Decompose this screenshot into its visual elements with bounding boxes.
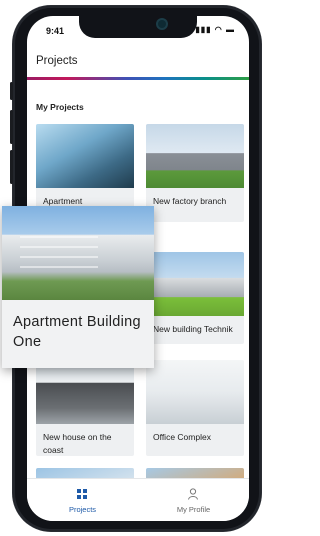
expanded-project-card[interactable]: Apartment Building One <box>2 206 154 368</box>
project-label: New building Technik <box>153 324 233 334</box>
project-photo <box>2 206 154 300</box>
app-bar: Projects <box>27 48 249 78</box>
tab-label: My Profile <box>176 505 211 514</box>
person-icon <box>188 488 198 500</box>
phone-side-button <box>10 110 13 144</box>
camera-icon <box>158 20 166 28</box>
phone-side-button <box>10 150 13 184</box>
project-label: New factory branch <box>153 196 227 206</box>
project-label: Apartment Building One <box>13 314 141 350</box>
project-label: Office Complex <box>153 432 211 442</box>
tab-projects[interactable]: Projects <box>27 479 138 521</box>
project-photo <box>36 124 134 188</box>
project-card[interactable]: New house on the coast <box>36 360 134 456</box>
page-title: Projects <box>36 55 78 67</box>
status-time: 9:41 <box>46 26 65 36</box>
notch <box>79 16 197 38</box>
section-title: My Projects <box>36 102 84 112</box>
project-card[interactable]: New factory branch <box>146 124 244 222</box>
project-card[interactable]: Office Complex <box>146 360 244 456</box>
grid-icon <box>77 489 87 499</box>
project-photo <box>146 252 244 316</box>
phone-side-button <box>10 82 13 100</box>
project-photo <box>36 360 134 424</box>
project-photo <box>146 360 244 424</box>
tab-label: Projects <box>68 505 97 514</box>
brand-stripe <box>27 77 249 80</box>
tab-bar: Projects My Profile <box>27 478 249 521</box>
signal-wifi-battery-icon: ▮▮▮ ◠ ▬ <box>195 25 235 34</box>
project-label: New house on the coast <box>43 432 112 455</box>
tab-my-profile[interactable]: My Profile <box>138 479 249 521</box>
project-card[interactable]: New building Technik <box>146 252 244 344</box>
project-photo <box>146 124 244 188</box>
